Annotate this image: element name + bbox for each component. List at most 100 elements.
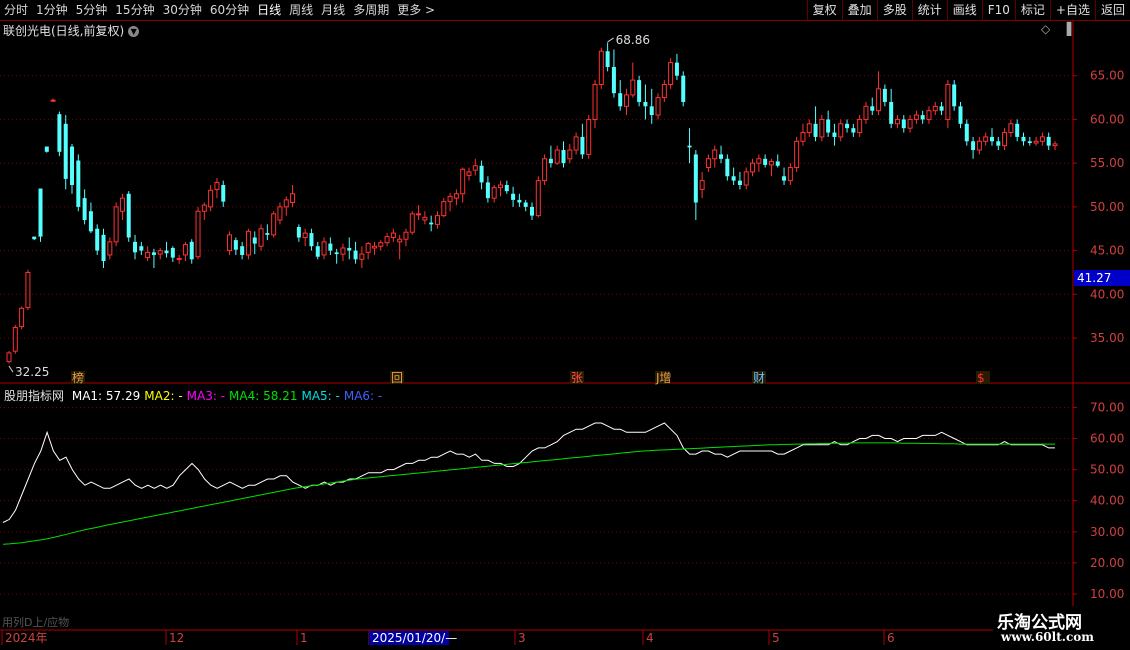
candle-body <box>542 158 548 182</box>
max-price-label: 68.86 <box>616 33 650 47</box>
candle-body <box>472 165 478 171</box>
candle-body <box>756 158 762 164</box>
candle-body <box>63 123 68 179</box>
min-pointer <box>8 365 14 373</box>
candle-body <box>832 132 837 137</box>
candle-body <box>511 193 516 200</box>
candle-body <box>12 327 18 352</box>
candle-body <box>719 154 724 159</box>
time-label-1: 12 <box>169 631 184 645</box>
time-label-0: 2024年 <box>5 631 48 645</box>
candle-body <box>189 241 194 260</box>
candle-body <box>889 101 894 124</box>
candle-body <box>952 84 957 107</box>
time-label-5: 4 <box>646 631 654 645</box>
candle-body <box>416 213 422 216</box>
candle-body <box>19 307 25 328</box>
candle-body <box>321 241 327 256</box>
candle-body <box>1052 143 1058 147</box>
candle-body <box>157 250 163 255</box>
candle-body <box>283 199 289 208</box>
candle-body <box>409 213 415 233</box>
candle-body <box>712 149 718 160</box>
max-pointer <box>607 37 614 43</box>
candle-body <box>548 158 553 164</box>
candle-body <box>315 246 320 257</box>
candle-body <box>460 168 466 195</box>
candle-body <box>976 140 982 151</box>
candle-body <box>429 222 434 225</box>
candle-body <box>334 252 339 255</box>
candle-body <box>573 136 579 151</box>
indicator-legend: 股朋指标网 MA1: 57.29 MA2: - MA3: - MA4: 58.21 MA… <box>4 387 386 404</box>
candle-body <box>800 132 806 142</box>
candle-body <box>182 243 188 256</box>
candle-body <box>737 180 742 186</box>
candle-body <box>145 251 151 259</box>
candle-body <box>870 106 875 111</box>
candle-body <box>932 105 938 112</box>
y-tick-label: 40.00 <box>1090 287 1124 301</box>
candle-body <box>25 271 31 308</box>
candle-body <box>782 176 787 181</box>
candle-body <box>643 101 648 107</box>
candle-body <box>76 160 81 207</box>
candle-body <box>705 158 711 169</box>
candle-body <box>265 233 270 235</box>
candle-body <box>838 123 844 138</box>
candle-body <box>882 88 887 102</box>
candle-body <box>743 171 749 186</box>
candle-body <box>290 193 296 203</box>
current-price-tag: 41.27 <box>1074 270 1130 286</box>
time-label-6: 5 <box>772 631 780 645</box>
candle-body <box>598 50 604 85</box>
indicator-legend-item-0: MA1: 57.29 <box>71 389 141 403</box>
candle-body <box>309 233 314 247</box>
candle-body <box>554 149 560 164</box>
y-tick-label: 55.00 <box>1090 156 1124 170</box>
candle-body <box>479 165 484 183</box>
chart-canvas[interactable]: 35.00 40.00 45.00 50.00 55.00 60.00 65.00 68.86… <box>0 0 1130 650</box>
candle-body <box>624 94 630 107</box>
time-label-4: 3 <box>518 631 526 645</box>
candle-body <box>151 252 156 255</box>
candle-body <box>901 119 906 129</box>
candle-body <box>750 162 756 173</box>
candle-body <box>907 118 913 129</box>
y-tick-label: 60.00 <box>1090 112 1124 126</box>
event-marker-0: 榜 <box>72 370 84 385</box>
candle-body <box>252 237 257 244</box>
y-tick-label: 45.00 <box>1090 244 1124 258</box>
candle-body <box>170 247 175 258</box>
candle-body <box>1002 132 1008 147</box>
candle-body <box>517 199 522 203</box>
candle-body <box>82 198 87 220</box>
candle-body <box>359 253 365 260</box>
candle-body <box>245 230 251 256</box>
candle-body <box>95 228 100 251</box>
watermark-url: www.60lt.com <box>1001 630 1094 644</box>
ind-y-tick-label: 50.00 <box>1090 463 1124 477</box>
candle-body <box>693 154 698 203</box>
candle-body <box>453 193 459 199</box>
candle-body <box>214 181 220 190</box>
candle-body <box>296 226 301 238</box>
candle-body <box>996 141 1001 146</box>
candle-body <box>535 180 541 217</box>
candle-body <box>1033 140 1039 144</box>
candle-body <box>240 246 245 255</box>
candle-body <box>989 136 994 142</box>
candle-body <box>447 195 453 203</box>
y-tick-label: 35.00 <box>1090 331 1124 345</box>
candle-body <box>845 123 850 129</box>
candle-body <box>302 232 308 238</box>
candle-body <box>491 187 497 199</box>
time-label-7: 6 <box>887 631 895 645</box>
indicator-name[interactable]: 股朋指标网 <box>4 389 64 403</box>
candle-body <box>384 236 390 244</box>
candle-body <box>699 180 705 190</box>
candle-body <box>876 88 882 112</box>
ind-y-tick-label: 30.00 <box>1090 525 1124 539</box>
event-marker-5: $ <box>977 371 985 385</box>
indicator-legend-item-4: MA5: - <box>301 389 340 403</box>
